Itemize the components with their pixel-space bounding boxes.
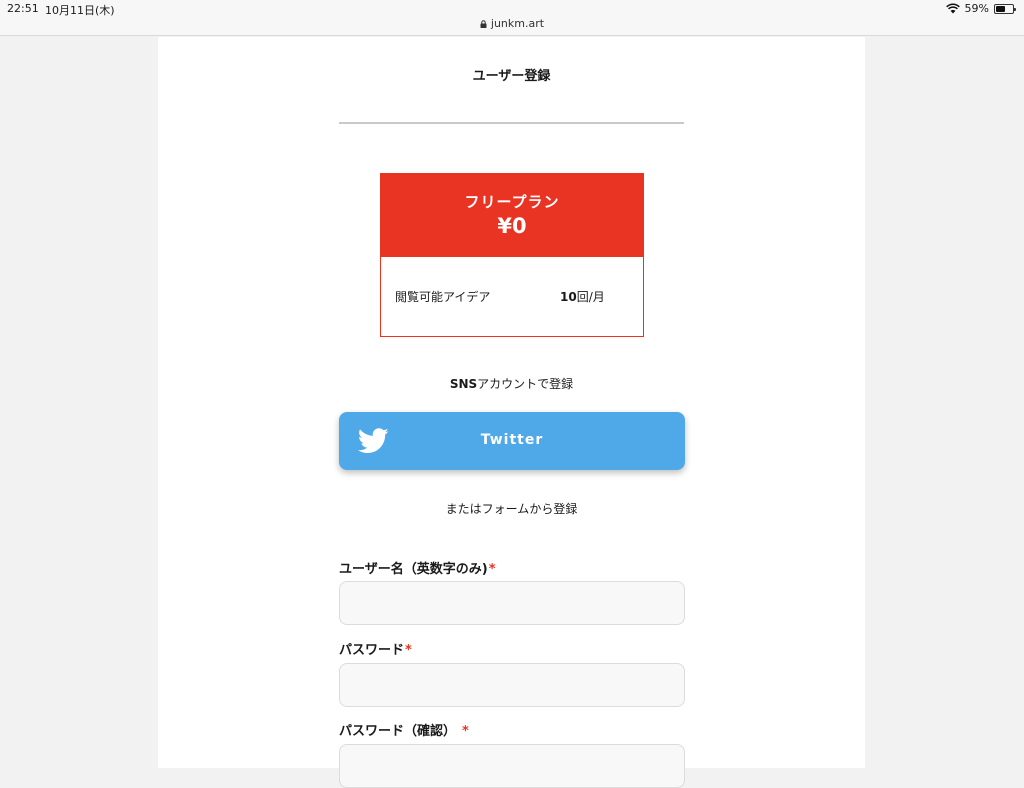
plan-price: ¥0	[497, 214, 527, 238]
username-label-text: ユーザー名（英数字のみ)	[339, 562, 488, 577]
lock-icon	[480, 20, 487, 28]
required-mark: *	[462, 724, 469, 739]
plan-name: フリープラン	[464, 193, 560, 211]
battery-level	[996, 5, 1006, 12]
password-confirm-input[interactable]	[339, 744, 685, 788]
password-confirm-label: パスワード（確認） *	[339, 720, 469, 739]
title-divider	[339, 122, 684, 124]
sns-caption: SNSアカウントで登録	[158, 375, 865, 392]
plan-feature-value: 10回/月	[560, 288, 605, 305]
password-confirm-label-text: パスワード（確認）	[339, 724, 457, 739]
plan-feature-label: 閲覧可能アイデア	[395, 290, 491, 304]
twitter-login-button[interactable]: Twitter	[339, 412, 685, 470]
sns-caption-rest: アカウントで登録	[477, 377, 574, 391]
required-mark: *	[405, 643, 412, 658]
plan-card: フリープラン ¥0 閲覧可能アイデア 10回/月	[380, 173, 644, 337]
registration-page: ユーザー登録 フリープラン ¥0 閲覧可能アイデア 10回/月 SNSアカウント…	[158, 37, 865, 788]
plan-feature-number: 10	[560, 290, 577, 304]
url-text: junkm.art	[490, 17, 545, 30]
page-title: ユーザー登録	[472, 69, 551, 84]
plan-feature-row: 閲覧可能アイデア 10回/月	[381, 257, 643, 335]
twitter-button-label: Twitter	[480, 432, 544, 448]
wifi-icon	[945, 3, 960, 14]
sns-caption-bold: SNS	[449, 377, 478, 391]
status-indicators: 59%	[945, 2, 1016, 15]
plan-header: フリープラン ¥0	[381, 174, 643, 257]
password-label: パスワード*	[339, 639, 412, 658]
password-label-text: パスワード	[339, 643, 405, 658]
username-label: ユーザー名（英数字のみ)*	[339, 558, 496, 577]
battery-icon	[994, 3, 1016, 14]
form-caption: またはフォームから登録	[445, 502, 578, 516]
status-date: 10月11日(木)	[45, 4, 115, 17]
username-input[interactable]	[339, 581, 685, 625]
battery-percent: 59%	[964, 2, 989, 15]
address-bar[interactable]: junkm.art	[0, 17, 1024, 30]
plan-feature-unit: 回/月	[576, 290, 605, 304]
status-time: 22:51	[7, 2, 39, 15]
status-bar: 22:51 10月11日(木) junkm.art 59%	[0, 0, 1024, 36]
required-mark: *	[488, 562, 496, 577]
password-input[interactable]	[339, 663, 685, 707]
